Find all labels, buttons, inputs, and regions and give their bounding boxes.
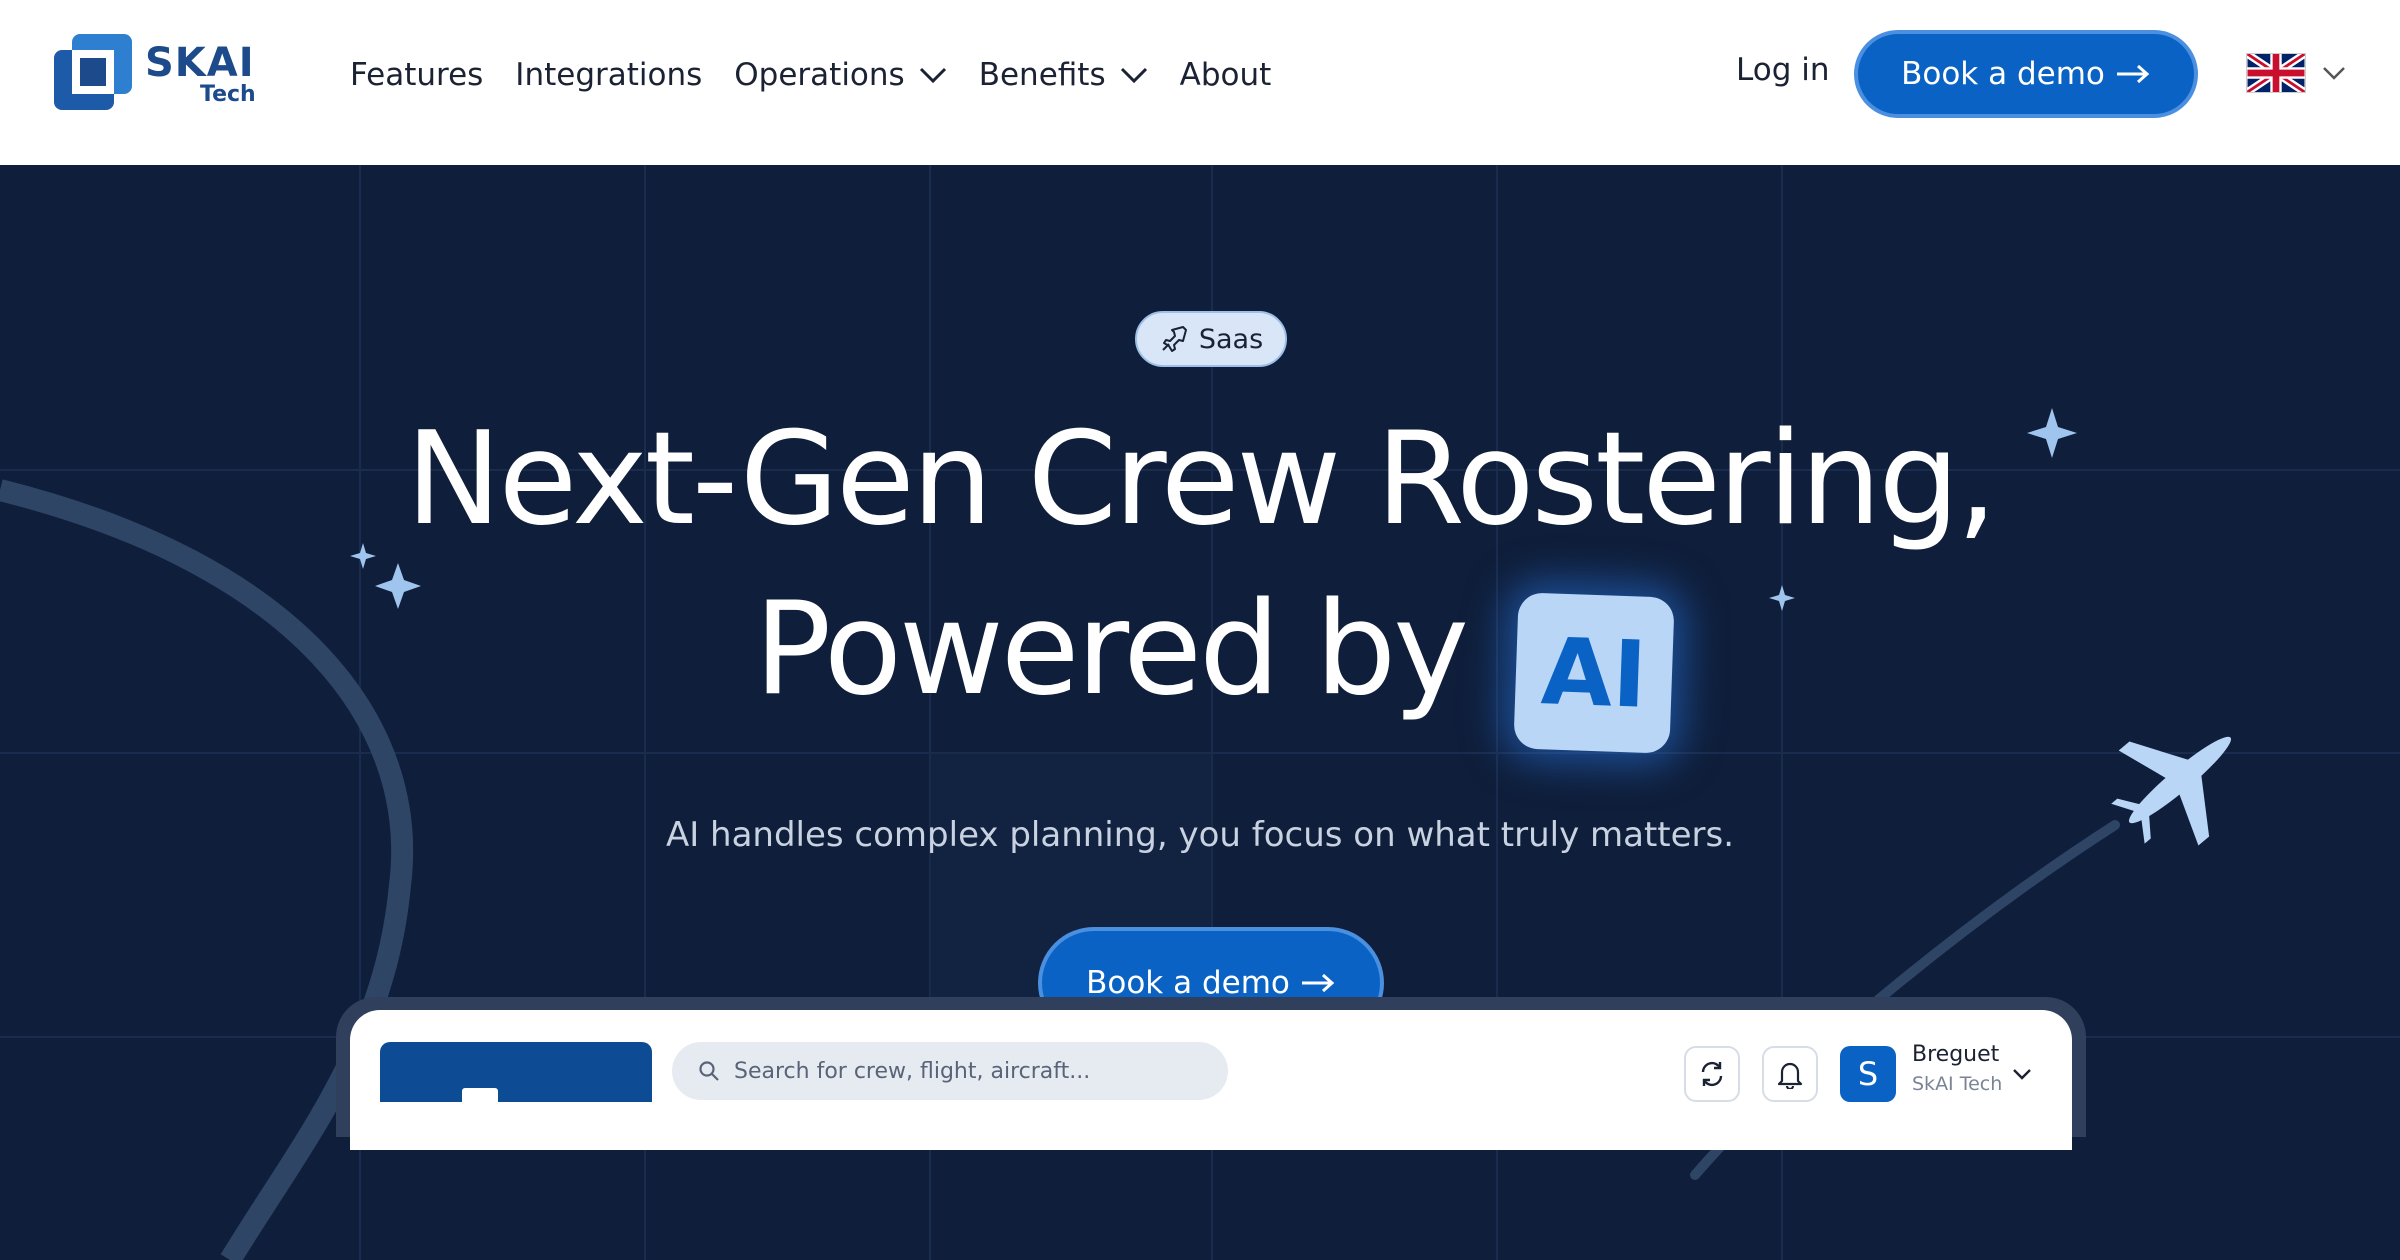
language-selector[interactable] (2246, 52, 2350, 94)
chevron-down-icon (1120, 67, 1147, 84)
user-name: Breguet (1912, 1042, 2000, 1067)
hero-title-line1: Next-Gen Crew Rostering, (405, 405, 1998, 554)
login-link[interactable]: Log in (1736, 52, 1829, 88)
nav-item-benefits[interactable]: Benefits (979, 57, 1148, 93)
hero-subtitle: AI handles complex planning, you focus o… (665, 815, 1735, 855)
airplane-icon (1162, 326, 1187, 352)
nav-item-operations[interactable]: Operations (734, 57, 946, 93)
book-demo-button-nav[interactable]: Book a demo (1854, 30, 2198, 118)
category-badge: Saas (1135, 311, 1287, 367)
app-preview: S Breguet SkAI Tech (350, 1010, 2072, 1150)
top-navigation: SKAI Tech Features Integrations Operatio… (0, 0, 2400, 165)
bell-icon (1777, 1062, 1803, 1089)
user-menu[interactable]: Breguet SkAI Tech (1912, 1042, 2002, 1095)
nav-item-features[interactable]: Features (350, 57, 483, 93)
arrow-right-icon (2116, 64, 2150, 84)
preview-search-bar[interactable] (672, 1042, 1228, 1100)
refresh-icon (1701, 1061, 1723, 1087)
search-icon (699, 1061, 719, 1081)
nav-item-about[interactable]: About (1180, 57, 1272, 93)
chevron-down-icon (919, 67, 946, 84)
uk-flag-icon (2246, 53, 2306, 93)
notifications-button[interactable] (1762, 1046, 1818, 1102)
arrow-right-icon (1301, 973, 1335, 993)
refresh-button[interactable] (1684, 1046, 1740, 1102)
logo-mark-icon (54, 34, 132, 110)
chevron-down-icon (2323, 67, 2345, 80)
hero-title-line2: Powered by (754, 575, 1469, 724)
nav-item-integrations[interactable]: Integrations (515, 57, 702, 93)
logo-subtitle: Tech (200, 82, 256, 107)
search-input[interactable] (734, 1058, 1174, 1084)
chevron-down-icon[interactable] (2012, 1068, 2032, 1080)
ai-highlight-badge: AI (1513, 592, 1675, 754)
logo-wordmark: SKAI (145, 40, 255, 86)
user-organization: SkAI Tech (1912, 1073, 2003, 1095)
nav-links: Features Integrations Operations Benefit… (350, 50, 1303, 100)
skai-logo[interactable]: SKAI Tech (52, 32, 262, 116)
preview-sidebar-logo (380, 1042, 652, 1102)
avatar[interactable]: S (1840, 1046, 1896, 1102)
